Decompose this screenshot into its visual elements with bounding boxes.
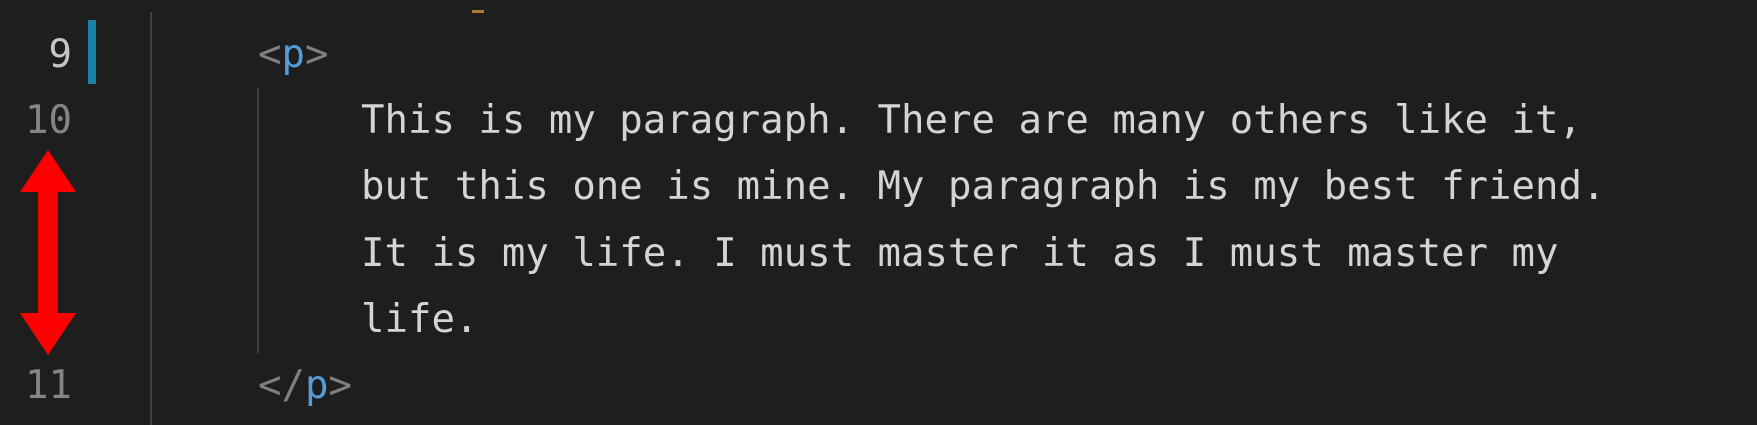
double-arrow-icon xyxy=(20,150,76,355)
tag-open-bracket: </ xyxy=(258,363,305,408)
tag-close-bracket: > xyxy=(304,32,329,77)
indent-guide-outer xyxy=(150,12,152,425)
line-number-11: 11 xyxy=(25,363,72,408)
tag-name: p xyxy=(281,32,305,77)
paragraph-text-line[interactable]: but this one is mine. My paragraph is my… xyxy=(361,154,1605,220)
paragraph-text-line[interactable]: It is my life. I must master it as I mus… xyxy=(361,221,1558,287)
code-line-close-tag[interactable]: </p> xyxy=(258,353,352,419)
indent-guide-inner xyxy=(257,88,259,353)
modified-line-marker[interactable] xyxy=(88,20,96,84)
code-editor[interactable]: 9 10 11 <p> This is my paragraph. There … xyxy=(0,0,1757,425)
paragraph-text-line[interactable]: This is my paragraph. There are many oth… xyxy=(361,88,1582,154)
tag-name: p xyxy=(304,363,329,408)
scroll-decoration xyxy=(472,10,484,13)
line-number-9: 9 xyxy=(48,32,72,77)
line-number-gutter: 9 10 11 xyxy=(0,0,150,425)
tag-close-bracket: > xyxy=(328,363,352,408)
tag-open-bracket: < xyxy=(258,32,282,77)
paragraph-text-line[interactable]: life. xyxy=(361,287,478,353)
code-line-open-tag[interactable]: <p> xyxy=(258,22,328,88)
line-number-10: 10 xyxy=(25,98,72,143)
